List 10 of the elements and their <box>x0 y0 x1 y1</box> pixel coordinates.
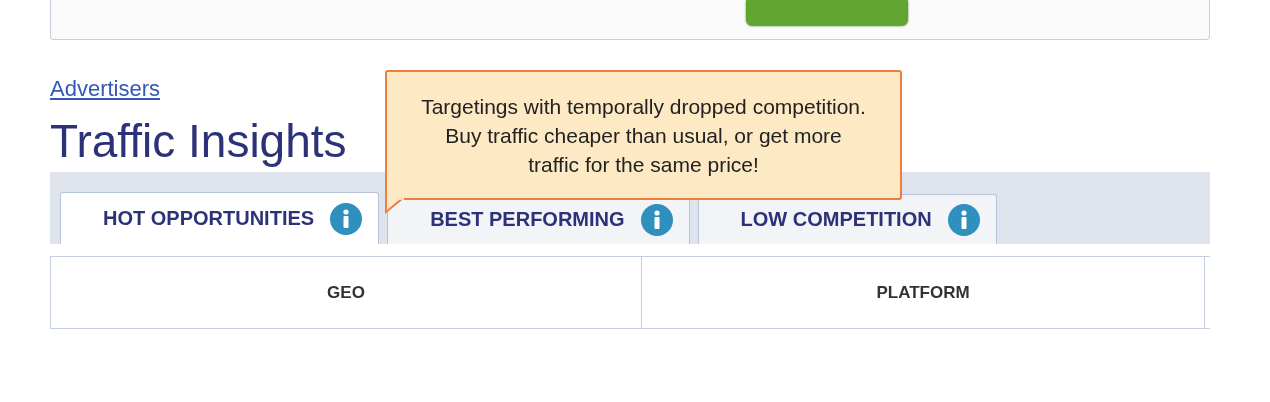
column-header: GEO <box>51 257 642 328</box>
tab[interactable]: HOT OPPORTUNITIES <box>60 192 380 244</box>
tooltip-text: Targetings with temporally dropped competition. Buy traffic cheaper than usual, or get more traffic for the same price! <box>420 93 867 178</box>
info-icon[interactable] <box>330 202 363 235</box>
page-title: Traffic Insights <box>50 114 347 169</box>
info-icon[interactable] <box>640 203 673 236</box>
tab[interactable]: LOW COMPETITION <box>697 194 997 244</box>
column-header: PLATFORM <box>642 257 1205 328</box>
breadcrumb-link[interactable]: Advertisers <box>50 76 161 102</box>
info-icon[interactable] <box>947 203 980 236</box>
